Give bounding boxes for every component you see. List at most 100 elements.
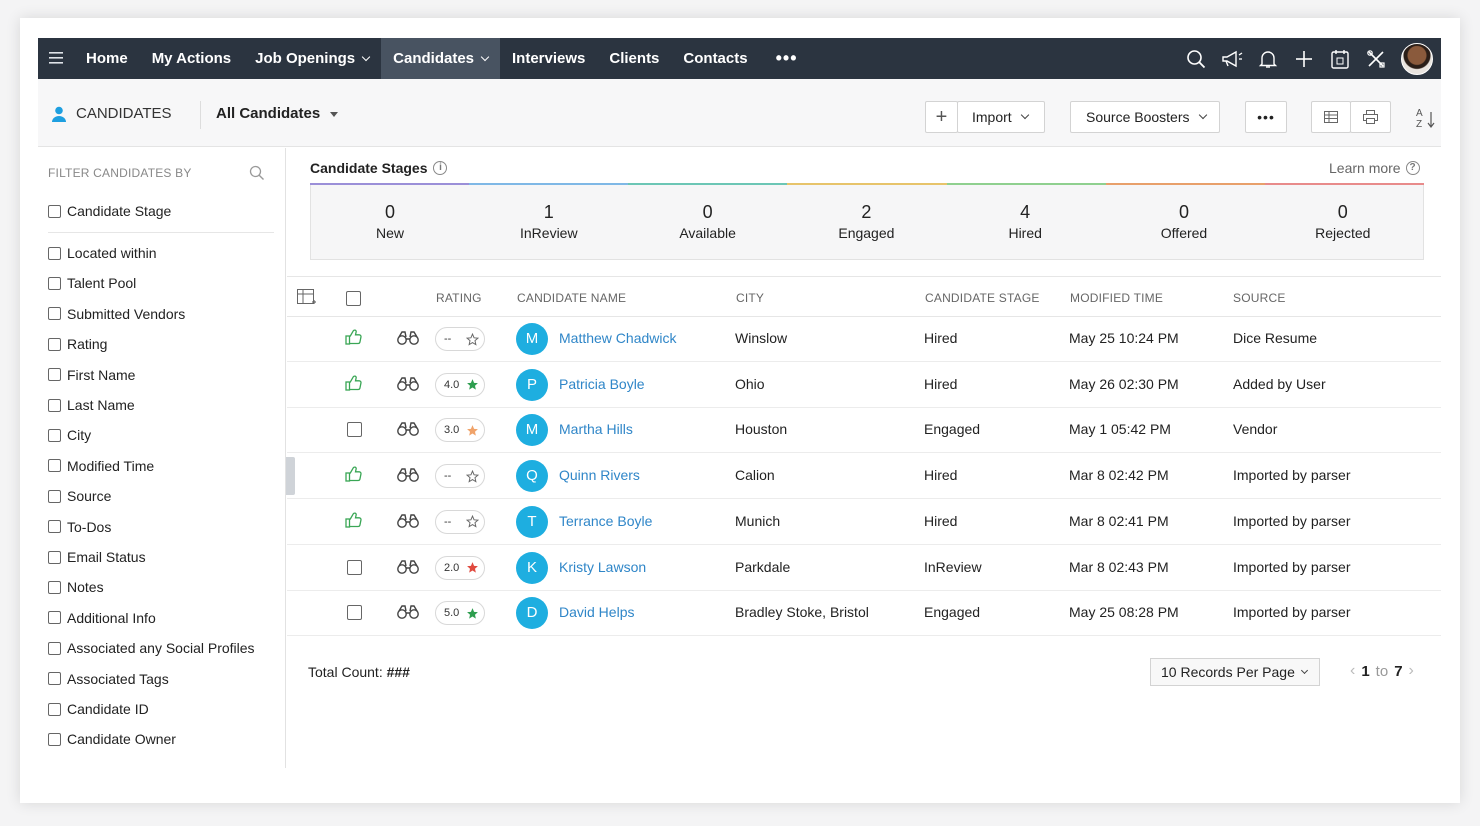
rating-pill[interactable]: 4.0 <box>435 372 485 397</box>
stage-hired[interactable]: 4 Hired <box>970 202 1080 241</box>
filter-candidate-owner[interactable]: Candidate Owner <box>48 731 176 747</box>
nav-item-contacts[interactable]: Contacts <box>671 38 759 79</box>
filter-candidate-id[interactable]: Candidate ID <box>48 701 149 717</box>
binoculars-icon[interactable] <box>396 559 420 577</box>
view-selector[interactable]: All Candidates <box>216 105 339 122</box>
nav-item-my-actions[interactable]: My Actions <box>140 38 243 79</box>
filter-modified-time[interactable]: Modified Time <box>48 458 154 474</box>
rating-pill[interactable]: -- <box>435 509 485 534</box>
filter-notes[interactable]: Notes <box>48 579 104 595</box>
row-checkbox[interactable] <box>347 422 362 438</box>
select-all-checkbox[interactable] <box>346 291 361 306</box>
bell-icon[interactable] <box>1257 48 1279 70</box>
profile-avatar[interactable] <box>1401 42 1433 75</box>
table-row[interactable]: 4.0 P Patricia Boyle Ohio Hired May 26 02:30 … <box>287 362 1441 408</box>
filter-associated-tags[interactable]: Associated Tags <box>48 671 169 687</box>
megaphone-icon[interactable] <box>1221 48 1243 70</box>
add-candidate-button[interactable]: + <box>925 101 958 133</box>
filter-checkbox[interactable] <box>48 702 61 716</box>
filter-checkbox[interactable] <box>48 337 61 351</box>
search-icon[interactable] <box>1185 48 1207 70</box>
filter-checkbox[interactable] <box>48 204 61 218</box>
filter-checkbox[interactable] <box>48 398 61 412</box>
filter-candidate-stage[interactable]: Candidate Stage <box>48 203 171 219</box>
row-checkbox[interactable] <box>347 605 362 621</box>
nav-item-home[interactable]: Home <box>74 38 140 79</box>
filter-checkbox[interactable] <box>48 489 61 503</box>
sort-button[interactable]: A Z <box>1416 107 1438 131</box>
column-source[interactable]: SOURCE <box>1233 291 1286 305</box>
filter-email-status[interactable]: Email Status <box>48 549 146 565</box>
thumbs-up-icon[interactable] <box>345 466 363 485</box>
column-chooser-icon[interactable] <box>297 289 317 310</box>
thumbs-up-icon[interactable] <box>345 512 363 531</box>
table-row[interactable]: -- T Terrance Boyle Munich Hired Mar 8 02:41 … <box>287 499 1441 545</box>
rating-pill[interactable]: 3.0 <box>435 418 485 443</box>
stage-offered[interactable]: 0 Offered <box>1129 202 1239 241</box>
import-button[interactable]: Import <box>957 101 1045 133</box>
nav-item-job-openings[interactable]: Job Openings <box>243 38 381 79</box>
candidate-name-link[interactable]: Patricia Boyle <box>559 376 645 392</box>
filter-additional-info[interactable]: Additional Info <box>48 610 156 626</box>
table-row[interactable]: -- M Matthew Chadwick Winslow Hired May 25 10… <box>287 316 1441 362</box>
filter-first-name[interactable]: First Name <box>48 367 135 383</box>
row-checkbox[interactable] <box>347 559 362 575</box>
filter-checkbox[interactable] <box>48 307 61 321</box>
column-city[interactable]: CITY <box>736 291 764 305</box>
binoculars-icon[interactable] <box>396 331 420 348</box>
stage-available[interactable]: 0 Available <box>653 202 763 241</box>
filter-checkbox[interactable] <box>48 459 61 473</box>
column-candidate-name[interactable]: CANDIDATE NAME <box>517 291 626 305</box>
filter-checkbox[interactable] <box>48 732 61 746</box>
learn-more-link[interactable]: Learn more ? <box>1329 160 1420 176</box>
rating-pill[interactable]: -- <box>435 464 485 489</box>
filter-checkbox[interactable] <box>48 276 61 290</box>
filter-checkbox[interactable] <box>48 520 61 534</box>
print-button[interactable] <box>1350 101 1391 133</box>
filter-checkbox[interactable] <box>48 641 61 655</box>
table-row[interactable]: 5.0 D David Helps Bradley Stoke, Bristol Eng… <box>287 590 1441 637</box>
filter-last-name[interactable]: Last Name <box>48 397 135 413</box>
nav-item-candidates[interactable]: Candidates <box>381 38 501 79</box>
filter-talent-pool[interactable]: Talent Pool <box>48 275 136 291</box>
calendar-icon[interactable] <box>1329 48 1351 70</box>
nav-item-interviews[interactable]: Interviews <box>500 38 597 79</box>
plus-icon[interactable] <box>1293 48 1315 70</box>
rating-pill[interactable]: 5.0 <box>435 601 485 626</box>
column-rating[interactable]: RATING <box>436 291 482 305</box>
hamburger-menu-icon[interactable] <box>38 48 74 69</box>
filter-checkbox[interactable] <box>48 368 61 382</box>
rating-pill[interactable]: 2.0 <box>435 555 485 580</box>
binoculars-icon[interactable] <box>396 514 420 531</box>
table-view-button[interactable] <box>1311 101 1351 133</box>
binoculars-icon[interactable] <box>396 605 420 622</box>
thumbs-up-icon[interactable] <box>345 375 363 394</box>
stage-engaged[interactable]: 2 Engaged <box>811 202 921 241</box>
filter-checkbox[interactable] <box>48 246 61 260</box>
binoculars-icon[interactable] <box>396 422 420 439</box>
candidate-name-link[interactable]: Kristy Lawson <box>559 559 646 575</box>
filter-rating[interactable]: Rating <box>48 336 107 352</box>
records-per-page-select[interactable]: 10 Records Per Page <box>1150 658 1320 686</box>
table-row[interactable]: 3.0 M Martha Hills Houston Engaged May 1 05:4… <box>287 407 1441 454</box>
column-modified-time[interactable]: MODIFIED TIME <box>1070 291 1163 305</box>
filter-search-icon[interactable] <box>249 165 265 184</box>
nav-more-button[interactable]: ••• <box>760 38 814 79</box>
stage-new[interactable]: 0 New <box>335 202 445 241</box>
binoculars-icon[interactable] <box>396 376 420 394</box>
nav-item-clients[interactable]: Clients <box>597 38 671 79</box>
table-row[interactable]: -- Q Quinn Rivers Calion Hired Mar 8 02:42 PM… <box>287 453 1441 500</box>
filter-city[interactable]: City <box>48 427 91 443</box>
table-row[interactable]: 2.0 K Kristy Lawson Parkdale InReview Mar 8 0… <box>287 545 1441 591</box>
filter-to-dos[interactable]: To-Dos <box>48 519 111 535</box>
filter-checkbox[interactable] <box>48 580 61 594</box>
tools-icon[interactable] <box>1365 48 1387 70</box>
prev-page-icon[interactable]: ‹ <box>1350 662 1355 680</box>
next-page-icon[interactable]: › <box>1409 662 1414 680</box>
candidate-name-link[interactable]: Terrance Boyle <box>559 513 652 529</box>
filter-source[interactable]: Source <box>48 488 111 504</box>
filter-checkbox[interactable] <box>48 428 61 442</box>
binoculars-icon[interactable] <box>396 468 420 485</box>
stage-rejected[interactable]: 0 Rejected <box>1288 202 1398 241</box>
filter-checkbox[interactable] <box>48 672 61 686</box>
